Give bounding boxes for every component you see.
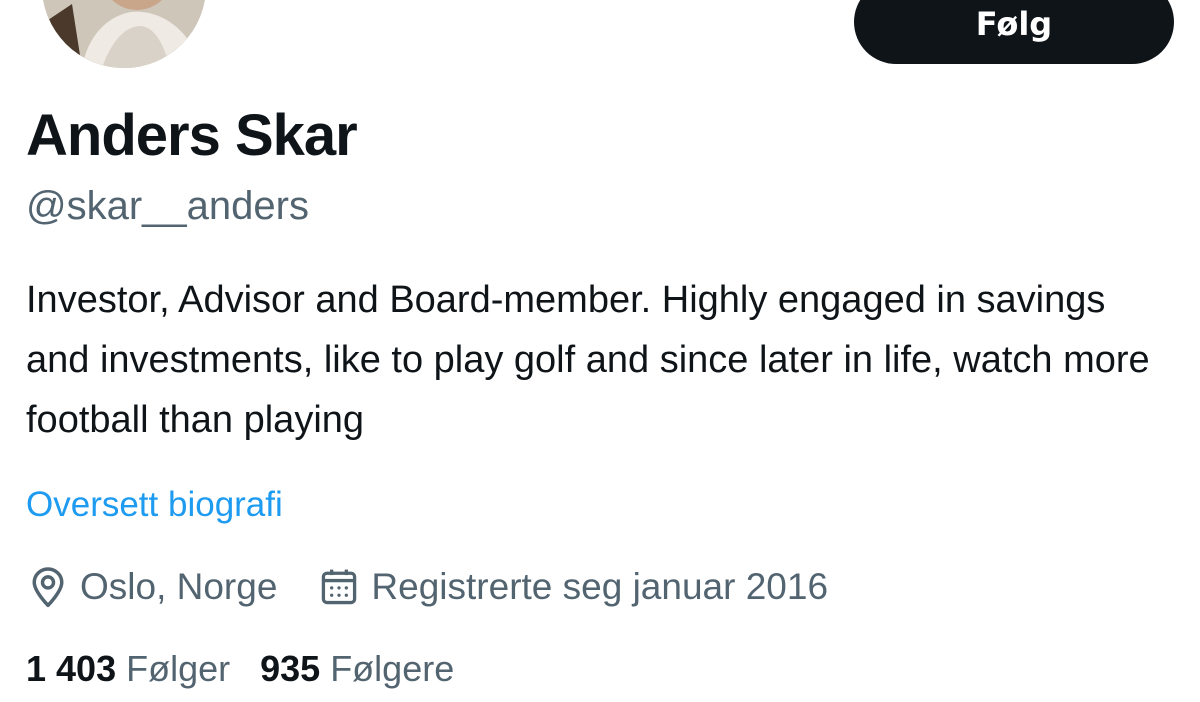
profile-stats: 1 403 Følger 935 Følgere xyxy=(26,644,454,694)
joined-text: Registrerte seg januar 2016 xyxy=(371,566,829,607)
following-link[interactable]: 1 403 Følger xyxy=(26,648,230,690)
followers-label: Følgere xyxy=(330,648,455,689)
joined-item: Registrerte seg januar 2016 xyxy=(317,565,828,609)
follow-button[interactable]: Følg xyxy=(854,0,1174,64)
following-count: 1 403 xyxy=(26,648,117,689)
avatar-photo xyxy=(42,0,206,68)
following-label: Følger xyxy=(126,648,231,689)
location-pin-icon xyxy=(26,565,70,609)
translate-bio-link[interactable]: Oversett biografi xyxy=(26,482,283,528)
followers-link[interactable]: 935 Følgere xyxy=(260,648,454,690)
profile-avatar[interactable] xyxy=(38,0,210,72)
calendar-icon xyxy=(317,565,361,609)
profile-bio: Investor, Advisor and Board-member. High… xyxy=(26,279,1150,441)
display-name: Anders Skar xyxy=(26,103,358,168)
followers-count: 935 xyxy=(260,648,321,689)
user-handle: @skar__anders xyxy=(26,184,309,228)
location-text: Oslo, Norge xyxy=(80,566,278,607)
location-item: Oslo, Norge xyxy=(26,565,277,609)
profile-meta: Oslo, Norge Registrerte seg januar 2016 xyxy=(26,560,828,614)
